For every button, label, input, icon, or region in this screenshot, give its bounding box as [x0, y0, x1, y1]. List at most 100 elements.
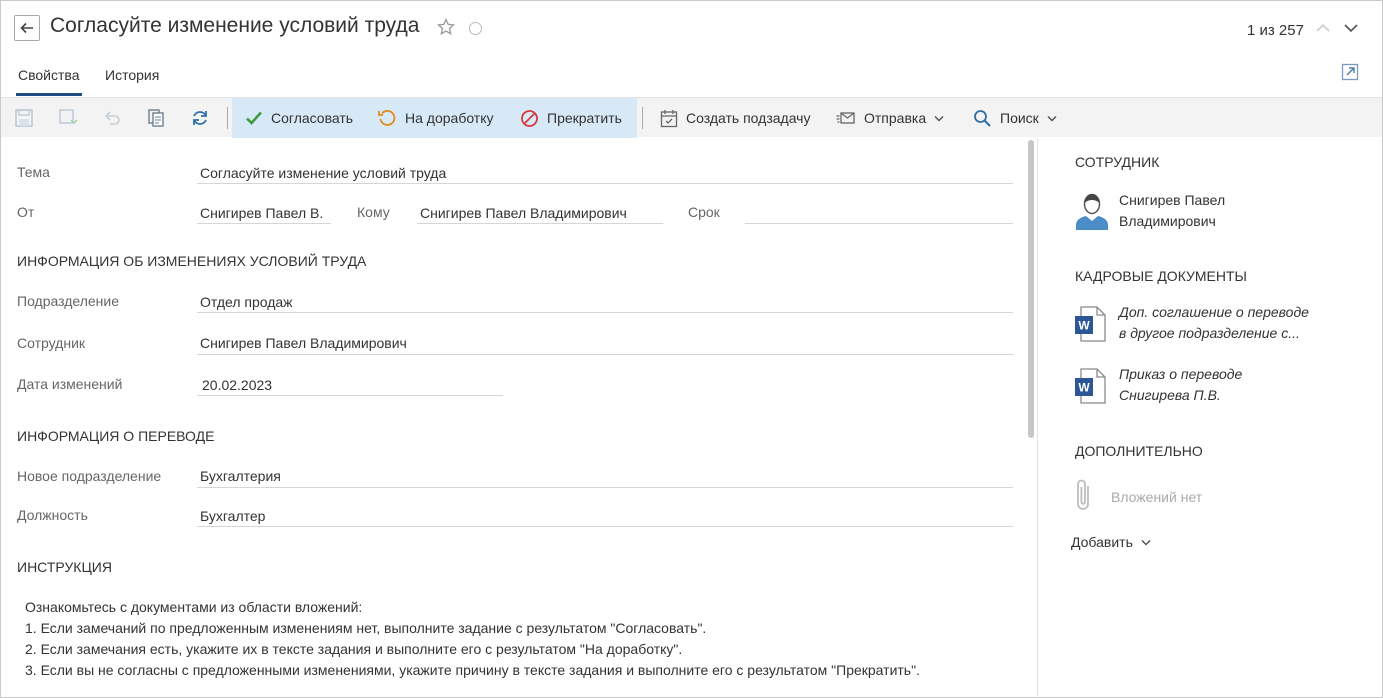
tab-bar: Свойства История: [1, 59, 1382, 97]
position-label: Должность: [17, 507, 88, 523]
instruction-line: 1. Если замечаний по предложенным измене…: [25, 620, 707, 636]
scrollbar-thumb[interactable]: [1028, 140, 1034, 438]
hr-document-link[interactable]: Доп. соглашение о переводе в другое подр…: [1119, 302, 1309, 344]
copy-icon[interactable]: [146, 108, 166, 128]
add-label: Добавить: [1071, 534, 1133, 550]
subject-underline: [197, 183, 1013, 184]
instruction-text: Ознакомьтесь с документами из области вл…: [25, 597, 920, 681]
approve-button[interactable]: Согласовать: [245, 98, 353, 138]
change-date-field[interactable]: 20.02.2023: [202, 377, 272, 393]
position-field[interactable]: Бухгалтер: [200, 508, 265, 524]
undo-icon[interactable]: [102, 108, 122, 128]
instruction-line: 2. Если замечания есть, укажите их в тек…: [25, 641, 683, 657]
new-department-field[interactable]: Бухгалтерия: [200, 468, 281, 484]
back-button[interactable]: [14, 15, 40, 41]
add-dropdown-button[interactable]: Добавить: [1071, 534, 1151, 550]
create-subtask-label: Создать подзадачу: [686, 110, 811, 126]
search-icon: [974, 109, 991, 127]
chevron-up-icon[interactable]: [1315, 22, 1331, 34]
chevron-down-icon: [1141, 539, 1151, 546]
rework-button[interactable]: На доработку: [377, 98, 494, 138]
document-title-line: Приказ о переводе: [1119, 366, 1243, 382]
approve-label: Согласовать: [271, 110, 354, 126]
refresh-icon[interactable]: [190, 108, 210, 128]
employee-name[interactable]: Снигирев Павел Владимирович: [1119, 190, 1225, 232]
instruction-line: 3. Если вы не согласны с предложенными и…: [25, 662, 920, 678]
stop-label: Прекратить: [547, 110, 622, 126]
task-form: Тема Согласуйте изменение условий труда …: [1, 138, 1021, 697]
to-field[interactable]: Снигирев Павел Владимирович: [420, 205, 627, 221]
due-label: Срок: [688, 204, 720, 220]
rework-label: На доработку: [405, 110, 494, 126]
word-document-icon: W: [1075, 306, 1106, 342]
department-underline: [197, 312, 1013, 313]
toolbar-separator: [642, 107, 643, 129]
from-underline: [197, 223, 331, 224]
employee-field[interactable]: Снигирев Павел Владимирович: [200, 335, 407, 351]
to-underline: [417, 223, 663, 224]
prohibit-icon: [521, 109, 538, 127]
subject-label: Тема: [17, 164, 50, 180]
calendar-task-icon: [660, 109, 678, 127]
hr-document-link[interactable]: Приказ о переводе Снигирева П.В.: [1119, 364, 1242, 406]
word-document-icon: W: [1075, 368, 1106, 404]
due-underline: [745, 223, 1013, 224]
section-transfer-heading: ИНФОРМАЦИЯ О ПЕРЕВОДЕ: [17, 428, 215, 444]
save-close-icon[interactable]: [58, 108, 78, 128]
employee-name-line: Владимирович: [1119, 213, 1216, 229]
chevron-down-icon: [1047, 115, 1057, 122]
search-label: Поиск: [1000, 110, 1039, 126]
employee-underline: [197, 354, 1013, 355]
employee-name-line: Снигирев Павел: [1119, 192, 1226, 208]
no-attachments-text: Вложений нет: [1111, 489, 1203, 505]
position-underline: [197, 526, 1013, 527]
send-icon: [836, 112, 855, 124]
status-circle-icon[interactable]: [469, 22, 482, 35]
from-field[interactable]: Снигирев Павел В.: [200, 205, 330, 221]
header: Согласуйте изменение условий труда 1 из …: [1, 1, 1382, 57]
tab-properties[interactable]: Свойства: [18, 67, 79, 83]
chevron-down-icon[interactable]: [1343, 22, 1359, 34]
department-label: Подразделение: [17, 293, 120, 309]
paperclip-icon: [1077, 479, 1089, 510]
employee-panel-heading: СОТРУДНИК: [1075, 154, 1160, 170]
search-dropdown-button[interactable]: Поиск: [973, 98, 1065, 138]
task-window: Согласуйте изменение условий труда 1 из …: [0, 0, 1383, 698]
svg-text:W: W: [1078, 319, 1090, 333]
send-label: Отправка: [864, 110, 927, 126]
document-title-line: Снигирева П.В.: [1119, 387, 1221, 403]
page-title: Согласуйте изменение условий труда: [50, 14, 420, 37]
toolbar: Согласовать На доработку Прекратить Созд…: [1, 97, 1382, 138]
send-dropdown-button[interactable]: Отправка: [836, 98, 952, 138]
undo-arrow-icon: [378, 110, 396, 126]
star-icon[interactable]: [437, 18, 455, 36]
tab-history[interactable]: История: [105, 67, 159, 83]
section-instruction-heading: ИНСТРУКЦИЯ: [17, 559, 112, 575]
change-date-label: Дата изменений: [17, 376, 123, 392]
stop-button[interactable]: Прекратить: [520, 98, 622, 138]
popout-icon[interactable]: [1341, 63, 1359, 81]
pager-counter: 1 из 257: [1247, 22, 1304, 39]
instruction-line: Ознакомьтесь с документами из области вл…: [25, 599, 363, 615]
toolbar-separator: [227, 107, 228, 129]
department-field[interactable]: Отдел продаж: [200, 294, 293, 310]
active-tab-indicator: [16, 93, 82, 96]
user-avatar-icon: [1076, 193, 1108, 230]
arrow-left-icon: [20, 22, 33, 34]
hr-documents-heading: КАДРОВЫЕ ДОКУМЕНТЫ: [1075, 268, 1247, 284]
subject-field[interactable]: Согласуйте изменение условий труда: [200, 165, 446, 181]
change-date-underline: [197, 395, 503, 396]
checkmark-icon: [246, 111, 262, 125]
from-label: От: [17, 204, 35, 220]
section-changes-heading: ИНФОРМАЦИЯ ОБ ИЗМЕНЕНИЯХ УСЛОВИЙ ТРУДА: [17, 253, 367, 269]
employee-label: Сотрудник: [17, 335, 86, 351]
new-department-underline: [197, 487, 1013, 488]
panel-divider: [1037, 138, 1038, 697]
additional-heading: ДОПОЛНИТЕЛЬНО: [1075, 443, 1203, 459]
document-title-line: Доп. соглашение о переводе: [1119, 304, 1309, 320]
create-subtask-button[interactable]: Создать подзадачу: [660, 98, 810, 138]
save-icon[interactable]: [14, 108, 34, 128]
chevron-down-icon: [934, 115, 944, 122]
to-label: Кому: [357, 204, 390, 220]
new-department-label: Новое подразделение: [17, 468, 162, 484]
